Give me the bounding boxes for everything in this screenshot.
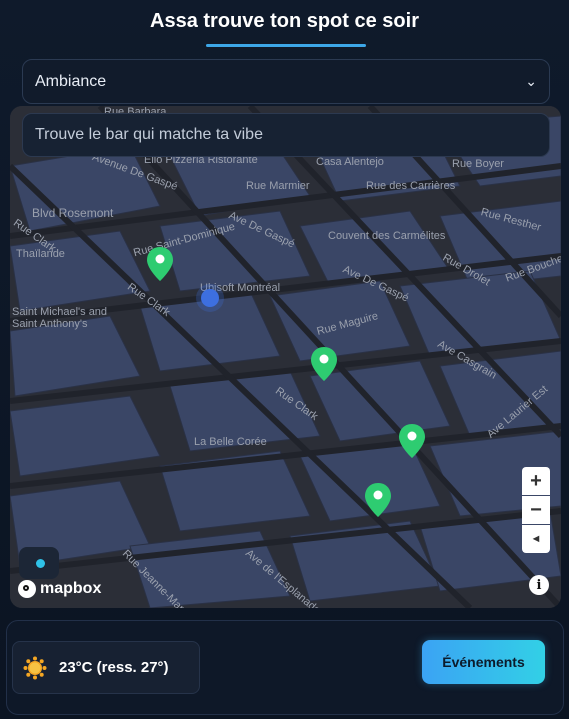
events-button[interactable]: Événements [422,640,545,684]
bar-marker[interactable] [146,246,174,282]
sun-icon [23,656,47,679]
mapbox-wordmark: mapbox [40,580,102,597]
title-underline [206,44,366,47]
map-label: Couvent des Carmélites [328,230,446,242]
search-input[interactable]: Trouve le bar qui matche ta vibe [22,113,550,157]
locate-button[interactable] [19,547,59,579]
map-label: Rue des Carrières [366,180,456,192]
compass-button[interactable]: ◄ [522,525,550,553]
chevron-down-icon: ⌄ [525,73,537,89]
zoom-out-button[interactable]: − [522,496,550,524]
bar-marker[interactable] [398,423,426,459]
locate-dot-icon [36,559,45,568]
mapbox-logo-icon [18,580,36,598]
map-label: Saint Michael's and Saint Anthony's [12,306,108,330]
info-icon[interactable]: i [529,575,549,595]
map-label: Thaïlande [16,248,65,260]
search-placeholder: Trouve le bar qui matche ta vibe [35,126,263,143]
map-label: Casa Alentejo [316,156,384,168]
map-label: La Belle Corée [194,436,267,448]
weather-text: 23°C (ress. 27°) [59,659,169,676]
ambiance-select[interactable]: Ambiance ⌄ [22,59,550,104]
weather-card: 23°C (ress. 27°) [12,641,200,694]
page-title: Assa trouve ton spot ce soir [150,10,419,32]
map-label: Blvd Rosemont [32,206,114,220]
map-view[interactable]: Rue Barbara Elio Pizzeria Ristorante Cas… [10,106,561,608]
zoom-in-button[interactable]: + [522,467,550,495]
map-label: Rue Boyer [452,158,504,170]
map-label: Rue Marmier [246,180,310,192]
bar-marker[interactable] [364,482,392,518]
user-location-dot [196,284,224,312]
ambiance-select-value: Ambiance [35,72,107,90]
mapbox-attribution[interactable]: mapbox [18,580,101,598]
bar-marker[interactable] [310,346,338,382]
